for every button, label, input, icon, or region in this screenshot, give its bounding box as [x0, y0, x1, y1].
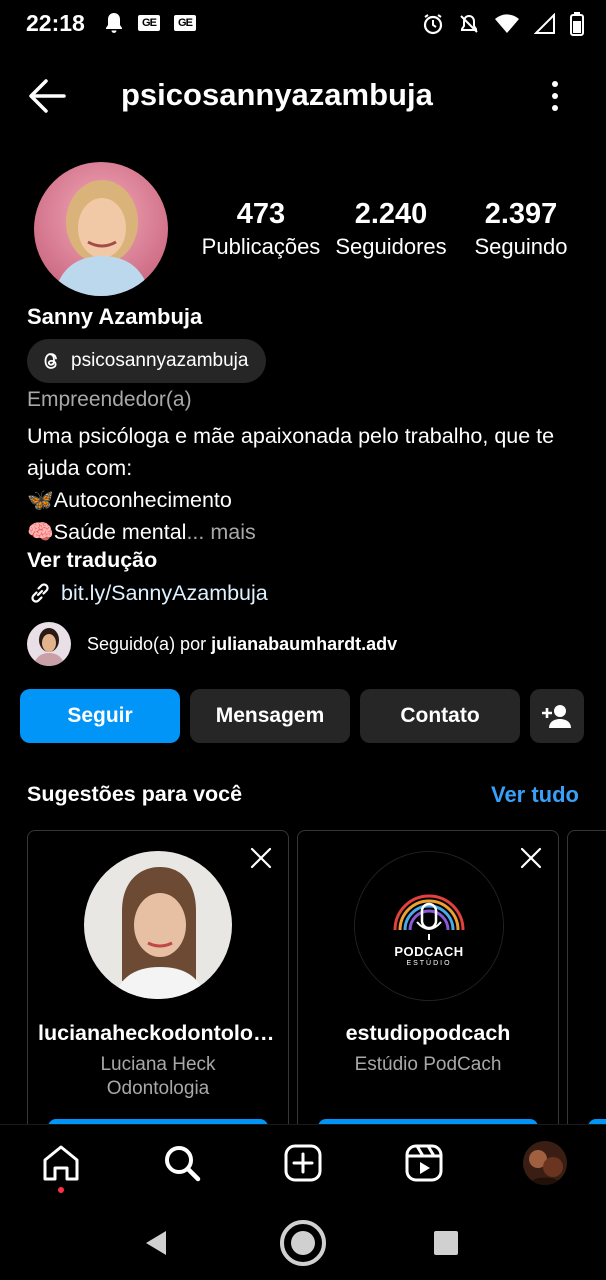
followed-by-text: Seguido(a) por julianabaumhardt.adv — [87, 634, 397, 655]
nav-search[interactable] — [160, 1141, 204, 1185]
suggestion-avatar[interactable]: PODCACH ESTÚDIO — [354, 851, 504, 1001]
home-icon — [43, 1145, 79, 1181]
nav-reels[interactable] — [402, 1141, 446, 1185]
signal-icon — [534, 13, 555, 34]
see-translation-link[interactable]: Ver tradução — [27, 548, 157, 573]
notification-dot — [58, 1187, 64, 1193]
stat-followers[interactable]: 2.240 Seguidores — [326, 196, 456, 276]
profile-full-name: Sanny Azambuja — [27, 304, 203, 329]
nav-home[interactable] — [39, 1141, 83, 1185]
contact-button[interactable]: Contato — [360, 689, 520, 743]
battery-icon — [570, 12, 584, 36]
profile-avatar-small — [523, 1141, 567, 1185]
stat-posts-label: Publicações — [201, 234, 321, 259]
status-time: 22:18 — [26, 10, 85, 36]
bio-more-link[interactable]: ... mais — [186, 520, 255, 544]
profile-header: psicosannyazambuja — [0, 60, 606, 132]
back-arrow-icon[interactable] — [26, 76, 68, 116]
more-options-icon[interactable] — [544, 78, 566, 114]
followed-by-prefix: Seguido(a) por — [87, 633, 212, 654]
suggestion-name: Estúdio PodCach — [354, 1054, 502, 1075]
suggestion-card[interactable]: PODCACH ESTÚDIO estudiopodcach Estúdio P… — [297, 830, 559, 1162]
follow-button[interactable]: Seguir — [20, 689, 180, 743]
back-triangle-icon — [146, 1231, 166, 1255]
stat-followers-value: 2.240 — [354, 198, 428, 230]
suggestion-card-partial[interactable] — [567, 830, 606, 1162]
bio-line: Uma psicóloga e mãe apaixonada pelo trab… — [27, 424, 555, 480]
stat-following-value: 2.397 — [484, 198, 558, 230]
suggest-people-button[interactable] — [530, 689, 584, 743]
wifi-icon — [495, 14, 519, 33]
see-all-link[interactable]: Ver tudo — [491, 782, 579, 808]
threads-icon — [44, 353, 57, 369]
system-recents-button[interactable] — [421, 1218, 471, 1268]
ge-badge: GE — [174, 15, 196, 31]
header-username: psicosannyazambuja — [121, 77, 433, 112]
search-icon — [165, 1146, 201, 1182]
recents-square-icon — [434, 1231, 458, 1255]
followed-by[interactable]: Seguido(a) por julianabaumhardt.adv — [27, 622, 397, 666]
mute-icon — [460, 14, 478, 33]
profile-avatar[interactable] — [34, 162, 168, 296]
suggestion-username: lucianaheckodontologia — [38, 1021, 285, 1045]
alarm-icon — [423, 14, 443, 35]
bio-line-text: 🧠Saúde mental — [27, 520, 187, 544]
bio-line: 🦋Autoconhecimento — [27, 488, 232, 512]
nav-create[interactable] — [281, 1141, 325, 1185]
stat-following[interactable]: 2.397 Seguindo — [456, 196, 586, 276]
threads-badge[interactable]: psicosannyazambuja — [27, 339, 267, 383]
add-person-icon — [542, 705, 571, 728]
stat-posts[interactable]: 473 Publicações — [196, 196, 326, 276]
close-icon[interactable] — [248, 845, 274, 871]
stat-posts-value: 473 — [236, 198, 286, 230]
bottom-navigation — [0, 1124, 606, 1205]
link-icon — [31, 583, 49, 603]
suggestion-username: estudiopodcach — [345, 1021, 511, 1045]
bio-line: 🧠Saúde mental... mais — [27, 516, 587, 548]
reels-icon — [405, 1144, 443, 1182]
follower-avatar — [27, 622, 71, 666]
suggestion-name: Luciana Heck Odontologia — [100, 1054, 216, 1099]
suggestion-avatar[interactable] — [84, 851, 232, 999]
bell-icon — [106, 13, 122, 33]
suggestions-title: Sugestões para você — [27, 782, 243, 806]
nav-profile[interactable] — [523, 1141, 567, 1185]
profile-stats: 473 Publicações 2.240 Seguidores 2.397 S… — [196, 196, 586, 276]
podcach-logo-text: PODCACH — [394, 944, 464, 959]
stat-following-label: Seguindo — [474, 234, 568, 259]
message-button[interactable]: Mensagem — [190, 689, 350, 743]
stat-followers-label: Seguidores — [335, 234, 447, 259]
profile-category: Empreendedor(a) — [27, 388, 192, 411]
podcach-logo-sub: ESTÚDIO — [406, 960, 452, 967]
followed-by-user: julianabaumhardt.adv — [211, 633, 398, 654]
system-back-button[interactable] — [132, 1218, 182, 1268]
close-icon[interactable] — [518, 845, 544, 871]
home-circle-icon — [280, 1220, 326, 1266]
status-bar: 22:18 GE GE — [0, 0, 606, 48]
threads-handle: psicosannyazambuja — [71, 350, 249, 371]
create-icon — [284, 1144, 322, 1182]
suggestion-card[interactable]: lucianaheckodontologia Luciana Heck Odon… — [27, 830, 289, 1162]
ge-badge: GE — [138, 15, 160, 31]
system-home-button[interactable] — [278, 1218, 328, 1268]
profile-link-text: bit.ly/SannyAzambuja — [61, 580, 268, 605]
profile-bio: Uma psicóloga e mãe apaixonada pelo trab… — [27, 420, 587, 548]
system-navigation — [0, 1204, 606, 1280]
profile-link[interactable]: bit.ly/SannyAzambuja — [27, 580, 268, 606]
